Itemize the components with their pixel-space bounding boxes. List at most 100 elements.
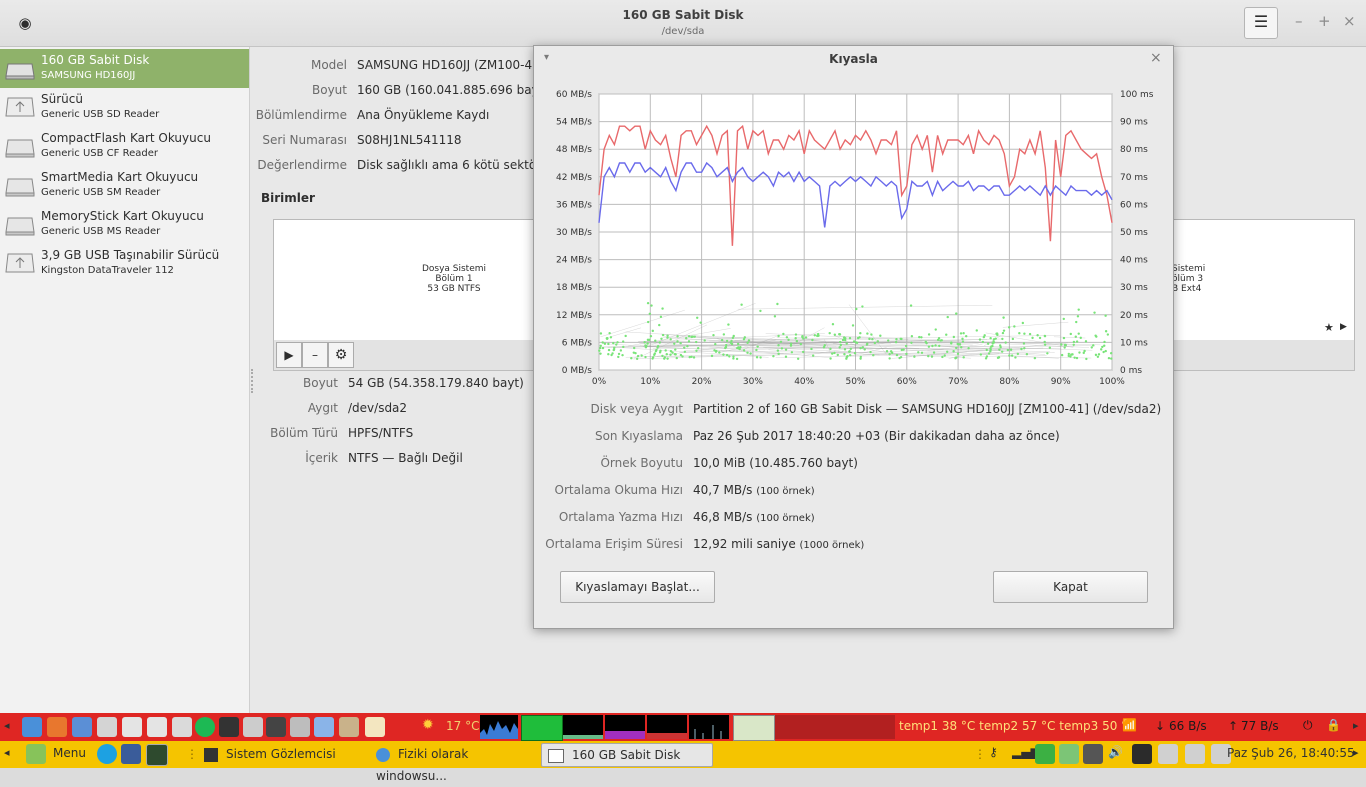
desktop-icon[interactable] (146, 744, 168, 766)
access-time-point (1075, 336, 1077, 338)
sidebar-item-sm[interactable]: SmartMedia Kart Okuyucu Generic USB SM R… (0, 166, 249, 205)
access-time-point (622, 340, 624, 342)
access-time-point (1093, 311, 1095, 313)
mint-menu-icon[interactable] (26, 744, 46, 764)
access-time-point (868, 338, 870, 340)
access-time-point (1073, 356, 1075, 358)
task-disks[interactable]: 160 GB Sabit Disk (541, 743, 713, 767)
access-time-point (1012, 338, 1014, 340)
access-time-point (1095, 335, 1097, 337)
access-time-point (1080, 337, 1082, 339)
sidebar-item-usb[interactable]: 3,9 GB USB Taşınabilir Sürücü Kingston D… (0, 244, 249, 283)
volume-icon[interactable]: 🔊 (1108, 745, 1123, 759)
access-time-point (607, 353, 609, 355)
access-time-point (896, 354, 898, 356)
access-time-point (781, 347, 783, 349)
access-time-row: Ortalama Erişim Süresi 12,92 mili saniye… (534, 537, 1173, 555)
image-viewer-icon[interactable] (314, 717, 334, 737)
spotify-icon[interactable] (195, 717, 215, 737)
access-time-point (650, 335, 652, 337)
upload-arrow-icon: ↑ (1228, 719, 1238, 733)
usb-launcher-icon[interactable] (122, 717, 142, 737)
y-right-tick-label: 60 ms (1120, 200, 1148, 210)
part-device-value: /dev/sda2 (348, 401, 407, 415)
partition-3-name: ölüm 3 (1172, 274, 1212, 284)
task-chrome[interactable]: Fiziki olarak windowsu... (370, 743, 541, 765)
access-time-point (1103, 341, 1105, 343)
device-value: Partition 2 of 160 GB Sabit Disk — SAMSU… (693, 402, 1161, 416)
panel-scroll-right-icon[interactable]: ▸ (1353, 746, 1359, 759)
video-icon[interactable] (290, 717, 310, 737)
sidebar-item-sub: SAMSUNG HD160JJ (41, 70, 135, 81)
app-icon-2[interactable] (121, 744, 141, 764)
updates-icon[interactable] (1035, 744, 1055, 764)
access-time-point (967, 347, 969, 349)
maximize-button[interactable]: + (1318, 12, 1331, 30)
access-time-point (617, 356, 619, 358)
start-benchmark-button[interactable]: Kıyaslamayı Başlat... (560, 571, 715, 603)
hamburger-menu-button[interactable]: ☰ (1244, 7, 1278, 39)
monitor-icon[interactable] (243, 717, 263, 737)
panel-scroll-left-icon[interactable]: ◂ (4, 719, 10, 732)
gimp-icon[interactable] (339, 717, 359, 737)
access-time-point (1076, 357, 1078, 359)
browser-launcher-icon[interactable] (72, 717, 92, 737)
access-time-point (1017, 353, 1019, 355)
sidebar-item-hdd[interactable]: 160 GB Sabit Disk SAMSUNG HD160JJ (0, 49, 249, 88)
access-time-point (715, 351, 717, 353)
close-button[interactable]: × (1343, 12, 1356, 30)
usb-launcher-icon-2[interactable] (147, 717, 167, 737)
memory-graph (521, 715, 563, 741)
hard-disk-icon (5, 134, 35, 158)
mount-button[interactable]: ▶ (276, 342, 302, 368)
access-time-point (676, 357, 678, 359)
lock-icon[interactable]: 🔒 (1326, 718, 1341, 732)
skype-icon[interactable] (97, 744, 117, 764)
menu-label[interactable]: Menu (53, 746, 86, 760)
access-time-point (622, 346, 624, 348)
battery-icon[interactable] (1132, 744, 1152, 764)
benchmark-chart: 0%10%20%30%40%50%60%70%80%90%100%0 MB/s6… (534, 84, 1173, 384)
access-time-point (649, 313, 651, 315)
drive-icon-2[interactable] (1185, 744, 1205, 764)
sidebar-item-cf[interactable]: CompactFlash Kart Okuyucu Generic USB CF… (0, 127, 249, 166)
dialog-close-icon[interactable]: × (1150, 50, 1162, 66)
access-time-point (941, 356, 943, 358)
access-time-point (1014, 356, 1016, 358)
media-player-icon[interactable] (266, 717, 286, 737)
access-time-point (1104, 315, 1106, 317)
last-benchmark-label: Son Kıyaslama (534, 429, 683, 443)
panel-scroll-left-icon[interactable]: ◂ (4, 746, 10, 759)
chrome-icon (376, 748, 390, 762)
tools-launcher-icon[interactable] (97, 717, 117, 737)
task-system-monitor[interactable]: Sistem Gözlemcisi (198, 743, 364, 765)
clock[interactable]: Paz Şub 26, 18:40:55 (1227, 746, 1355, 760)
terminal-icon[interactable] (219, 717, 239, 737)
firefox-launcher-icon[interactable] (47, 717, 67, 737)
text-editor-icon[interactable] (365, 717, 385, 737)
access-time-point (931, 345, 933, 347)
partition-3[interactable]: Sistemi ölüm 3 B Ext4 (1172, 264, 1212, 294)
calculator-icon[interactable] (172, 717, 192, 737)
access-time-point (740, 304, 742, 306)
access-time-point (676, 335, 678, 337)
sidebar-item-sd[interactable]: Sürücü Generic USB SD Reader (0, 88, 249, 127)
chrome-launcher-icon[interactable] (22, 717, 42, 737)
shield-icon[interactable] (1059, 744, 1079, 764)
access-time-point (616, 341, 618, 343)
panel-scroll-right-icon[interactable]: ▸ (1353, 719, 1359, 732)
key-icon[interactable]: ⚷ (989, 745, 998, 759)
access-time-point (852, 324, 854, 326)
star-icon: ★ (1324, 321, 1334, 334)
sidebar-item-ms[interactable]: MemoryStick Kart Okuyucu Generic USB MS … (0, 205, 249, 244)
drive-icon[interactable] (1158, 744, 1178, 764)
display-icon[interactable] (1083, 744, 1103, 764)
power-icon[interactable]: ⏻ (1303, 718, 1313, 733)
arrow-right-icon[interactable]: ▶ (1340, 322, 1347, 332)
close-dialog-button[interactable]: Kapat (993, 571, 1148, 603)
minimize-button[interactable]: – (1295, 12, 1303, 30)
partition-1[interactable]: Dosya Sistemi Bölüm 1 53 GB NTFS (374, 264, 534, 294)
settings-gear-icon[interactable]: ⚙ (328, 342, 354, 368)
delete-partition-button[interactable]: – (302, 342, 328, 368)
access-time-point (647, 302, 649, 304)
